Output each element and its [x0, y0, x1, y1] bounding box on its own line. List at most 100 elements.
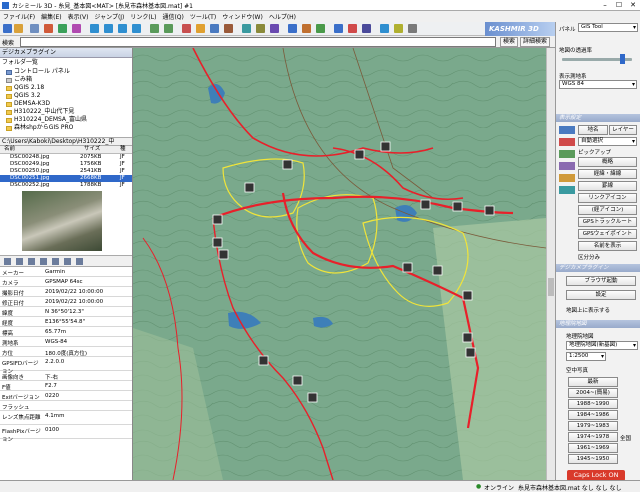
folder-item[interactable]: QGIS 2.18 — [0, 84, 132, 92]
menu-window[interactable]: ウィンドウ(W) — [219, 11, 266, 22]
folder-item[interactable]: H310222_中山代下見 — [0, 108, 132, 116]
zoom-in-icon[interactable] — [150, 24, 159, 33]
open-map-icon[interactable] — [3, 24, 12, 33]
aerial-year-button[interactable]: 1979~1983 — [568, 421, 618, 431]
maximize-button[interactable]: ☐ — [612, 0, 626, 11]
col-type[interactable]: 種 — [120, 146, 126, 153]
detail-search-button[interactable]: 詳細検索 — [520, 37, 551, 47]
export-icon[interactable] — [64, 258, 71, 265]
photo-marker[interactable] — [420, 199, 431, 210]
measure-icon[interactable] — [242, 24, 251, 33]
photo-marker[interactable] — [258, 355, 269, 366]
latlon-button[interactable]: 経緯・緯線 — [578, 169, 637, 179]
arrow-down-icon[interactable] — [104, 24, 113, 33]
3d-view-icon[interactable] — [58, 24, 67, 33]
file-row[interactable]: DSC00249.jpg 1756KB JF — [0, 161, 132, 168]
overview-button[interactable]: 概略 — [578, 157, 637, 167]
col-size[interactable]: サイズ — [84, 146, 100, 153]
folder-item[interactable]: ごみ箱 — [0, 76, 132, 84]
menu-file[interactable]: ファイル(F) — [0, 11, 38, 22]
file-row[interactable]: DSC00252.jpg 1788KB JF — [0, 182, 132, 189]
delete-icon[interactable] — [52, 258, 59, 265]
folder-item[interactable]: コントロール パネル — [0, 68, 132, 76]
filter-checkbox[interactable]: 区分分み — [578, 253, 600, 261]
route-icon[interactable] — [316, 24, 325, 33]
map-view[interactable] — [133, 48, 546, 480]
folder-item[interactable]: QGIS 3.2 — [0, 92, 132, 100]
pickup-checkbox[interactable]: ピックアップ — [578, 148, 611, 156]
photo-marker[interactable] — [462, 290, 473, 301]
folder-item[interactable]: H310224_DEMSA_富山県 — [0, 116, 132, 124]
star-icon[interactable] — [394, 24, 403, 33]
cut-icon[interactable] — [44, 24, 53, 33]
photo-marker[interactable] — [354, 149, 365, 160]
close-button[interactable]: ✕ — [626, 0, 640, 11]
link-icon-button[interactable]: リンクアイコン — [578, 193, 637, 203]
rotate-icon[interactable] — [28, 258, 35, 265]
menu-jump[interactable]: ジャンプ(J) — [91, 11, 127, 22]
gps-track-button[interactable]: GPSトラックルート — [578, 217, 637, 227]
arrow-left-icon[interactable] — [118, 24, 127, 33]
track-icon[interactable] — [210, 24, 219, 33]
print-icon[interactable] — [30, 24, 39, 33]
settings-icon[interactable] — [76, 258, 83, 265]
folder-item[interactable]: 森林shpからGIS PRO — [0, 124, 132, 132]
photo-marker[interactable] — [212, 237, 223, 248]
aerial-year-button[interactable]: 1945~1950 — [568, 454, 618, 464]
photo-marker[interactable] — [465, 347, 476, 358]
map-pin-icon[interactable] — [16, 258, 23, 265]
file-row-selected[interactable]: DSC00251.jpg 2668KB JF — [0, 175, 132, 182]
aerial-year-button[interactable]: 1961~1969 — [568, 443, 618, 453]
slider-thumb[interactable] — [620, 54, 625, 64]
photo-marker[interactable] — [212, 214, 223, 225]
photo-marker[interactable] — [484, 205, 495, 216]
refresh-icon[interactable] — [380, 24, 389, 33]
menu-tools[interactable]: ツール(T) — [187, 11, 219, 22]
window-icon[interactable] — [408, 24, 417, 33]
scrollbar-thumb[interactable] — [548, 278, 554, 296]
menu-edit[interactable]: 編集(E) — [38, 11, 64, 22]
aerial-year-button[interactable]: 2004~(簡易) — [568, 388, 618, 398]
placename-button[interactable]: 地名 — [578, 125, 608, 135]
col-name[interactable]: 名前 — [4, 146, 15, 153]
layer-icon[interactable] — [256, 24, 265, 33]
photo-marker[interactable] — [402, 262, 413, 273]
photo-marker[interactable] — [432, 265, 443, 276]
list-icon[interactable] — [4, 258, 11, 265]
file-row[interactable]: DSC00250.jpg 2541KB JF — [0, 168, 132, 175]
zoom-out-icon[interactable] — [164, 24, 173, 33]
photo-marker[interactable] — [452, 201, 463, 212]
aerial-year-button[interactable]: 1984~1986 — [568, 410, 618, 420]
north-up-icon[interactable] — [288, 24, 297, 33]
path-bar[interactable]: C:\Users\Kaboki\Desktop\H310222_中 — [0, 137, 132, 146]
search-input[interactable] — [20, 37, 496, 47]
panel-select[interactable]: GIS Tool — [578, 23, 638, 32]
arrow-up-icon[interactable] — [90, 24, 99, 33]
map-scrollbar[interactable] — [546, 48, 555, 480]
photo-marker[interactable] — [282, 159, 293, 170]
menu-help[interactable]: ヘルプ(H) — [266, 11, 299, 22]
panorama-icon[interactable] — [72, 24, 81, 33]
name-display-button[interactable]: 名前を表示 — [578, 241, 637, 251]
info-icon[interactable] — [362, 24, 371, 33]
show-on-map-checkbox[interactable]: 地図上に表示する — [566, 306, 610, 314]
search-button[interactable]: 検索 — [500, 37, 519, 47]
photo-marker[interactable] — [244, 182, 255, 193]
route-icon-button[interactable]: (経アイコン) — [578, 205, 637, 215]
arrow-right-icon[interactable] — [132, 24, 141, 33]
layer-button[interactable]: レイヤー — [609, 125, 637, 135]
aerial-year-button[interactable]: 1988~1990 — [568, 399, 618, 409]
setting-button[interactable]: 設定 — [566, 290, 636, 300]
mark-icon[interactable] — [348, 24, 357, 33]
photo-thumbnail[interactable] — [22, 191, 102, 251]
edit-icon[interactable] — [40, 258, 47, 265]
settings-icon[interactable] — [270, 24, 279, 33]
datum-select[interactable]: WGS 84 — [559, 80, 637, 89]
folder-item[interactable]: DEMSA-K3D — [0, 100, 132, 108]
file-row[interactable]: DSC00248.jpg 2075KB JF — [0, 154, 132, 161]
menu-view[interactable]: 表示(V) — [65, 11, 92, 22]
photo-marker[interactable] — [307, 392, 318, 403]
gps-icon[interactable] — [182, 24, 191, 33]
camera-icon[interactable] — [224, 24, 233, 33]
sun-icon[interactable] — [302, 24, 311, 33]
